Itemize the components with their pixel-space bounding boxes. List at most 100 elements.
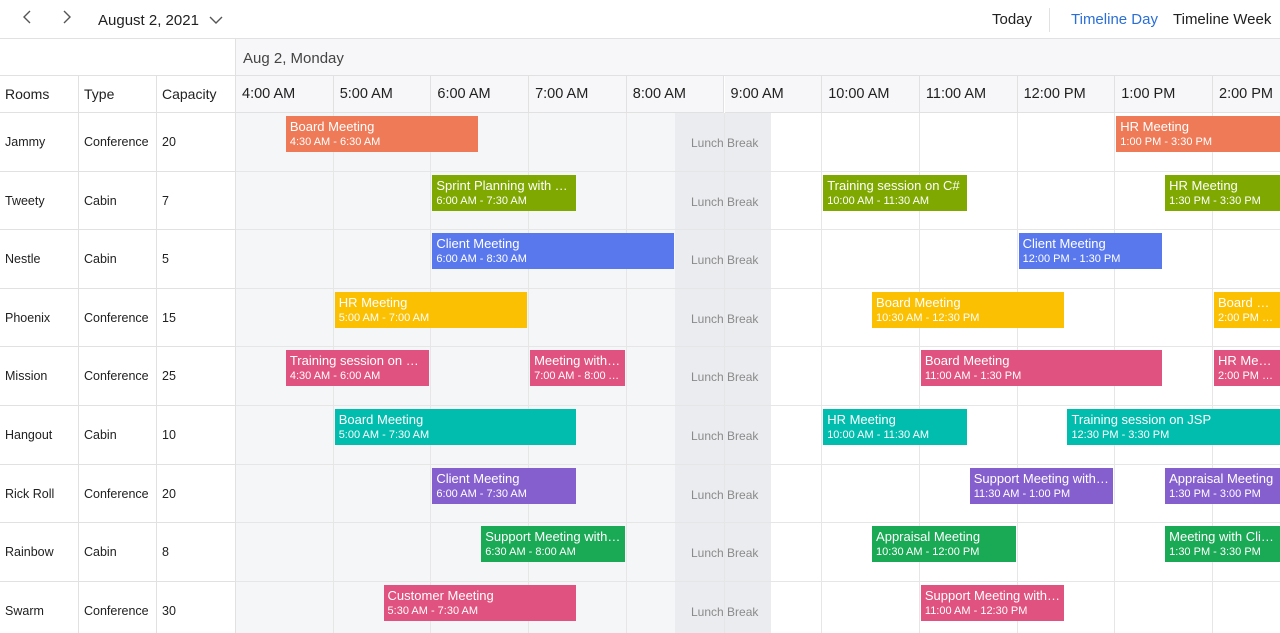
time-slot-label: 1:00 PM bbox=[1121, 86, 1176, 102]
appointment[interactable]: Board Meeting 10:30 AM - 12:30 PM bbox=[872, 291, 1065, 328]
room-capacity: 10 bbox=[162, 428, 176, 442]
appointment-time: 1:00 PM - 3:30 PM bbox=[1120, 136, 1213, 148]
column-header-type: Type bbox=[79, 76, 157, 113]
time-slot-header: 11:00 AM bbox=[919, 76, 1018, 113]
appointment-time: 4:30 AM - 6:00 AM bbox=[289, 370, 381, 383]
timeline-week-button[interactable]: Timeline Week bbox=[1173, 11, 1271, 28]
appointment[interactable]: Client Meeting 12:00 PM - 1:30 PM bbox=[1018, 233, 1163, 270]
timeline-day-button[interactable]: Timeline Day bbox=[1071, 11, 1158, 28]
room-type: Conference bbox=[84, 135, 149, 149]
appointment[interactable]: Support Meeting with ... 11:00 AM - 12:30… bbox=[920, 584, 1065, 621]
time-slot-label: 9:00 AM bbox=[730, 86, 784, 102]
room-name-cell: Hangout bbox=[0, 406, 79, 465]
appointment-title: Board Meeti... bbox=[1218, 294, 1276, 310]
time-slot-label: 12:00 PM bbox=[1023, 86, 1086, 102]
appointment[interactable]: HR Meeting 1:30 PM - 3:30 PM bbox=[1165, 174, 1280, 211]
room-capacity-cell: 25 bbox=[157, 347, 236, 406]
appointment[interactable]: Meeting with ... 7:00 AM - 8:00 A... bbox=[530, 350, 625, 387]
room-name-cell: Nestle bbox=[0, 230, 79, 289]
appointment-title: Board Meeting bbox=[876, 294, 961, 310]
appointment-title: HR Meeting bbox=[1169, 177, 1238, 193]
lunch-break-label: Lunch Break bbox=[691, 604, 759, 619]
room-capacity: 8 bbox=[162, 545, 169, 560]
date-range-label: August 2, 2021 bbox=[98, 11, 199, 29]
room-type-cell: Cabin bbox=[79, 523, 157, 582]
date-range-picker[interactable]: August 2, 2021 bbox=[98, 9, 223, 31]
appointment-time: 6:00 AM - 7:30 AM bbox=[436, 194, 527, 207]
appointment[interactable]: HR Meeting2:00 PM - 3:30 PM bbox=[1214, 350, 1280, 387]
appointment[interactable]: Appraisal Meeting 10:30 AM - 12:00 PM bbox=[872, 526, 1016, 563]
room-name: Rainbow bbox=[5, 545, 54, 560]
grid-line-vertical bbox=[430, 113, 432, 633]
time-slot-header: 4:00 AM bbox=[236, 76, 334, 113]
appointment[interactable]: HR Meeting 10:00 AM - 11:30 AM bbox=[823, 409, 967, 445]
today-button[interactable]: Today bbox=[992, 11, 1032, 28]
time-slot-header: 8:00 AM bbox=[626, 76, 725, 113]
appointment[interactable]: HR Meeting 1:00 PM - 3:30 PM bbox=[1116, 116, 1280, 152]
appointment[interactable]: Support Meeting with ... 11:30 AM - 1:00 … bbox=[969, 467, 1114, 504]
appointment-time: 6:00 AM - 8:30 AM bbox=[436, 253, 527, 266]
date-header: Aug 2, Monday bbox=[236, 39, 1280, 76]
time-slot-label: 2:00 PM bbox=[1219, 86, 1273, 102]
room-type: Conference bbox=[84, 310, 149, 325]
column-header-capacity: Capacity bbox=[157, 76, 236, 113]
previous-date-button[interactable] bbox=[15, 6, 41, 32]
time-slot-header: 2:00 PM bbox=[1213, 76, 1280, 113]
appointment-title: Board Meeting bbox=[338, 412, 424, 427]
appointment[interactable]: Board Meeting 5:00 AM - 7:30 AM bbox=[334, 409, 576, 445]
appointment[interactable]: Client Meeting 6:00 AM - 7:30 AM bbox=[432, 467, 576, 504]
room-name-cell: Tweety bbox=[0, 171, 79, 231]
appointment-title: Meeting with ... bbox=[534, 353, 621, 369]
appointment[interactable]: Training session on Vue 4:30 AM - 6:00 AM bbox=[285, 350, 430, 387]
appointment[interactable]: Support Meeting with ... 6:30 AM - 8:00 A… bbox=[481, 526, 625, 563]
appointment[interactable]: Meeting with Client 1:30 PM - 3:30 PM bbox=[1165, 526, 1280, 563]
room-type-cell: Cabin bbox=[79, 406, 157, 465]
toolbar: August 2, 2021 Today Timeline Day Timeli… bbox=[0, 0, 1280, 39]
date-header-label: Aug 2, Monday bbox=[243, 50, 344, 67]
lunch-break-label: Lunch Break bbox=[691, 546, 759, 561]
appointment-title: Support Meeting with ... bbox=[485, 529, 621, 545]
room-type-cell: Conference bbox=[79, 581, 157, 633]
time-slot-label: 5:00 AM bbox=[339, 86, 393, 102]
appointment[interactable]: Customer Meeting 5:30 AM - 7:30 AM bbox=[383, 584, 576, 621]
room-capacity-cell: 15 bbox=[157, 288, 236, 348]
room-type-cell: Conference bbox=[79, 464, 157, 524]
room-type-cell: Cabin bbox=[79, 230, 157, 289]
next-date-button[interactable] bbox=[53, 6, 79, 32]
appointment-time: 7:00 AM - 8:00 A... bbox=[534, 370, 621, 383]
appointment[interactable]: Training session on JSP 12:30 PM - 3:30 P… bbox=[1067, 409, 1280, 445]
appointment[interactable]: Board Meeti...2:00 PM - 3:30 PM bbox=[1214, 291, 1280, 328]
appointment-title: Appraisal Meeting bbox=[1169, 470, 1274, 486]
appointment[interactable]: Board Meeting 4:30 AM - 6:30 AM bbox=[285, 116, 479, 152]
grid-line-horizontal bbox=[236, 229, 1280, 231]
time-slot-label: 4:00 AM bbox=[242, 86, 296, 102]
appointment-time: 10:00 AM - 11:30 AM bbox=[827, 429, 930, 441]
appointment-title: Client Meeting bbox=[436, 470, 520, 486]
room-name-cell: Phoenix bbox=[0, 288, 79, 348]
appointment-title: HR Meeting bbox=[1120, 119, 1189, 134]
grid-line-horizontal bbox=[236, 405, 1280, 406]
appointment-title: Client Meeting bbox=[436, 236, 520, 252]
appointment[interactable]: Sprint Planning with T... 6:00 AM - 7:30 … bbox=[432, 174, 576, 211]
appointment[interactable]: Training session on C# 10:00 AM - 11:30 A… bbox=[823, 174, 967, 211]
room-name-cell: Rick Roll bbox=[0, 464, 79, 524]
room-type-cell: Cabin bbox=[79, 171, 157, 231]
appointment-title: HR Meeting bbox=[1218, 353, 1276, 369]
appointment[interactable]: Appraisal Meeting 1:30 PM - 3:00 PM bbox=[1165, 467, 1280, 504]
room-capacity: 7 bbox=[162, 193, 169, 208]
grid-line-horizontal bbox=[236, 463, 1280, 465]
appointment-time: 4:30 AM - 6:30 AM bbox=[289, 136, 381, 148]
grid-line-vertical bbox=[625, 113, 627, 633]
lunch-break-label: Lunch Break bbox=[691, 311, 759, 326]
appointment[interactable]: HR Meeting 5:00 AM - 7:00 AM bbox=[334, 291, 528, 328]
room-name: Phoenix bbox=[5, 310, 51, 325]
scheduler-grid: Aug 2, Monday Rooms Type Capacity 4:00 A… bbox=[0, 39, 1280, 633]
appointment[interactable]: Client Meeting 6:00 AM - 8:30 AM bbox=[432, 233, 674, 270]
room-name: Tweety bbox=[5, 193, 45, 208]
lunch-break-label: Lunch Break bbox=[691, 253, 759, 268]
appointment[interactable]: Board Meeting 11:00 AM - 1:30 PM bbox=[920, 350, 1163, 387]
chevron-right-icon bbox=[59, 10, 73, 29]
time-slot-label: 11:00 AM bbox=[925, 86, 987, 102]
time-slot-header: 7:00 AM bbox=[529, 76, 627, 113]
grid-line-horizontal bbox=[236, 287, 1280, 289]
